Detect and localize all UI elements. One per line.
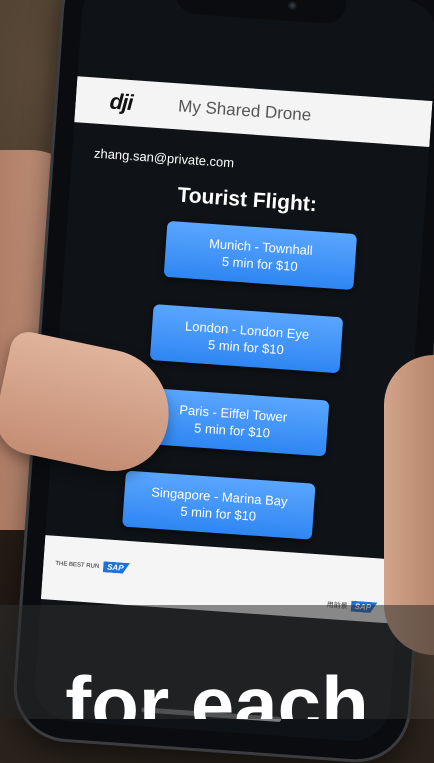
section-title: Tourist Flight: xyxy=(176,183,318,217)
flight-button-london[interactable]: London - London Eye 5 min for $10 xyxy=(149,304,344,374)
flight-button-munich[interactable]: Munich - Townhall 5 min for $10 xyxy=(163,220,358,291)
caption-text: for each xyxy=(65,665,369,719)
footer-slogan: THE BEST RUN SAP xyxy=(55,558,130,574)
flight-button-singapore[interactable]: Singapore - Marina Bay 5 min for $10 xyxy=(122,470,316,540)
dji-logo: dji xyxy=(108,88,134,116)
phone-notch xyxy=(175,0,347,25)
sap-logo: SAP xyxy=(103,561,130,574)
user-email: zhang.san@private.com xyxy=(93,145,235,171)
app-title: My Shared Drone xyxy=(177,96,312,125)
app-header: dji My Shared Drone xyxy=(74,76,433,147)
footer-slogan-text: THE BEST RUN xyxy=(55,560,100,570)
front-camera-icon xyxy=(287,0,298,11)
